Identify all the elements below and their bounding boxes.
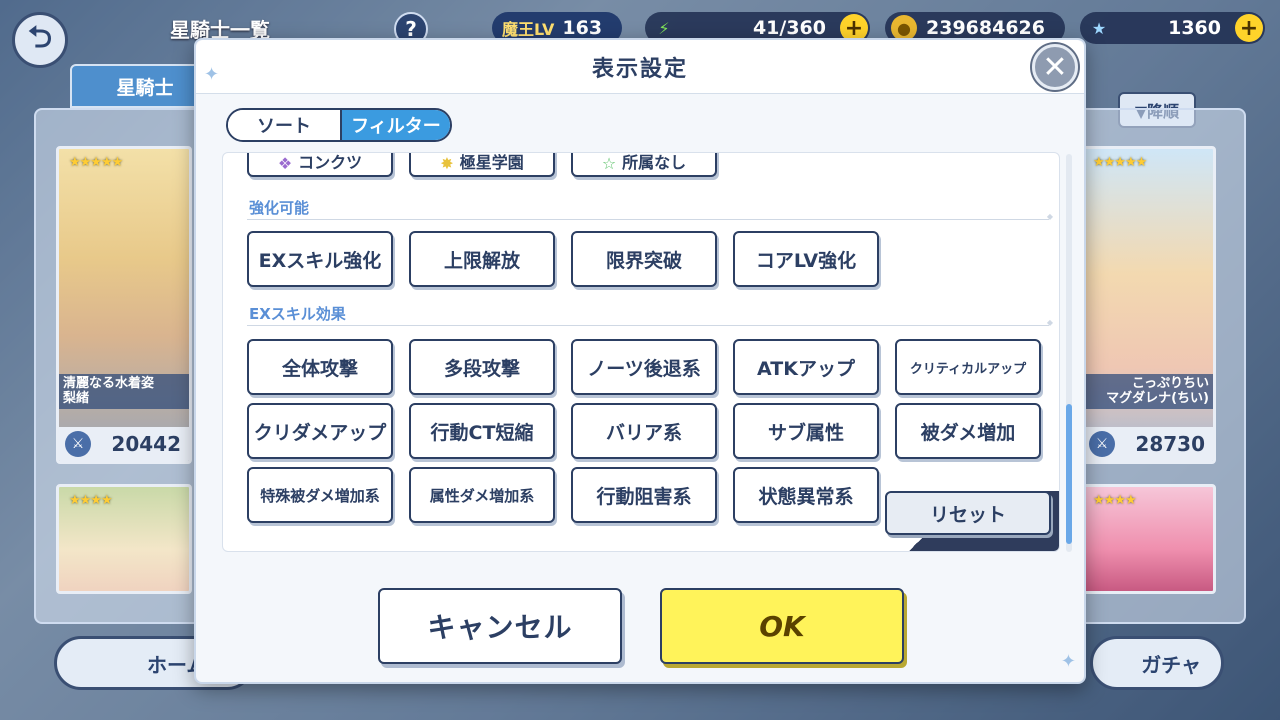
affiliation-emblem-icon: ❖ bbox=[277, 154, 293, 173]
filter-button[interactable]: クリティカルアップ bbox=[895, 339, 1041, 395]
close-icon: ✕ bbox=[1042, 49, 1068, 85]
sword-icon: ⚔ bbox=[1089, 431, 1115, 457]
filter-button[interactable]: 特殊被ダメ増加系 bbox=[247, 467, 393, 523]
character-card[interactable]: ★★★★ bbox=[1080, 484, 1216, 594]
reset-button[interactable]: リセット bbox=[885, 491, 1051, 535]
maou-level-label: 魔王LV bbox=[502, 20, 555, 39]
character-name: 清麗なる水着姿 梨緒 bbox=[59, 373, 189, 409]
filter-button-affiliation[interactable]: ☆ 所属なし bbox=[571, 153, 717, 177]
power-display: ⚔ 28730 bbox=[1083, 427, 1213, 461]
scrollbar-thumb[interactable] bbox=[1066, 404, 1072, 544]
section-divider bbox=[247, 318, 1053, 327]
tab-sort[interactable]: ソート bbox=[228, 110, 340, 140]
stamina-value: 41/360 bbox=[752, 17, 826, 39]
scrollbar[interactable] bbox=[1066, 154, 1072, 552]
tab-filter[interactable]: フィルター bbox=[340, 110, 450, 140]
affiliation-emblem-icon: ✸ bbox=[440, 154, 454, 173]
back-arrow-icon: ⮌ bbox=[27, 19, 53, 55]
sword-icon: ⚔ bbox=[65, 431, 91, 457]
ok-button[interactable]: OK bbox=[660, 588, 904, 664]
gacha-button[interactable]: ガチャ bbox=[1090, 636, 1224, 690]
coin-value: 239684626 bbox=[926, 17, 1045, 39]
sparkle-icon: ✦ bbox=[1060, 651, 1076, 672]
character-card[interactable]: ★★★★★ 清麗なる水着姿 梨緒 ⚔ 20442 bbox=[56, 146, 192, 464]
power-display: ⚔ 20442 bbox=[59, 427, 189, 461]
power-value: 28730 bbox=[1135, 432, 1205, 456]
rarity-stars: ★★★★ bbox=[69, 493, 113, 508]
filter-options-panel: ❖コンクツ ✸極星学園 ☆所属なし 強化可能 EXスキル強化 上限解放 限界突破… bbox=[222, 152, 1060, 552]
filter-button[interactable]: ノーツ後退系 bbox=[571, 339, 717, 395]
cancel-button[interactable]: キャンセル bbox=[378, 588, 622, 664]
filter-button[interactable]: 上限解放 bbox=[409, 231, 555, 287]
character-card[interactable]: ★★★★ bbox=[56, 484, 192, 594]
back-button[interactable]: ⮌ bbox=[12, 12, 68, 68]
filter-button[interactable]: クリダメアップ bbox=[247, 403, 393, 459]
filter-button[interactable]: 全体攻撃 bbox=[247, 339, 393, 395]
section-label-enhanceable: 強化可能 bbox=[249, 199, 310, 217]
character-card[interactable]: ★★★★★ こっぷりちい マグダレナ(ちい) ⚔ 28730 bbox=[1080, 146, 1216, 464]
modal-title: 表示設定 bbox=[591, 57, 688, 82]
rarity-stars: ★★★★★ bbox=[69, 155, 123, 170]
filter-button[interactable]: 行動CT短縮 bbox=[409, 403, 555, 459]
filter-button[interactable]: ATKアップ bbox=[733, 339, 879, 395]
close-button[interactable]: ✕ bbox=[1032, 44, 1078, 90]
sparkle-icon: ✦ bbox=[204, 64, 220, 85]
section-label-ex-skill-effect: EXスキル効果 bbox=[249, 305, 346, 323]
rarity-stars: ★★★★ bbox=[1093, 493, 1137, 508]
filter-button[interactable]: 多段攻撃 bbox=[409, 339, 555, 395]
gem-counter: ★ 1360 + bbox=[1080, 12, 1265, 44]
modal-header: 表示設定 ✦ ✕ bbox=[196, 40, 1084, 94]
display-settings-modal: 表示設定 ✦ ✕ ソート フィルター ❖ コンクツ ✸ 極星学園 ☆ 所属なし 強化可… bbox=[194, 38, 1086, 684]
filter-button[interactable]: サブ属性 bbox=[733, 403, 879, 459]
star-outline-icon: ☆ bbox=[601, 154, 617, 173]
character-name: こっぷりちい マグダレナ(ちい) bbox=[1083, 373, 1213, 409]
filter-button[interactable]: 属性ダメ増加系 bbox=[409, 467, 555, 523]
sort-filter-toggle: ソート フィルター bbox=[226, 108, 452, 142]
gem-value: 1360 bbox=[1168, 17, 1221, 39]
filter-button-affiliation[interactable]: ❖ コンクツ bbox=[247, 153, 393, 177]
power-value: 20442 bbox=[111, 432, 181, 456]
star-gem-icon: ★ bbox=[1091, 18, 1107, 38]
gem-plus-button[interactable]: + bbox=[1235, 14, 1263, 42]
section-divider bbox=[247, 212, 1053, 221]
filter-button[interactable]: 限界突破 bbox=[571, 231, 717, 287]
filter-button[interactable]: コアLV強化 bbox=[733, 231, 879, 287]
filter-button[interactable]: 行動阻害系 bbox=[571, 467, 717, 523]
filter-button[interactable]: EXスキル強化 bbox=[247, 231, 393, 287]
rarity-stars: ★★★★★ bbox=[1093, 155, 1147, 170]
filter-button-affiliation[interactable]: ✸ 極星学園 bbox=[409, 153, 555, 177]
filter-button[interactable]: 被ダメ増加 bbox=[895, 403, 1041, 459]
gacha-label: ガチャ bbox=[1141, 652, 1201, 677]
maou-level-value: 163 bbox=[562, 17, 603, 39]
filter-button[interactable]: バリア系 bbox=[571, 403, 717, 459]
